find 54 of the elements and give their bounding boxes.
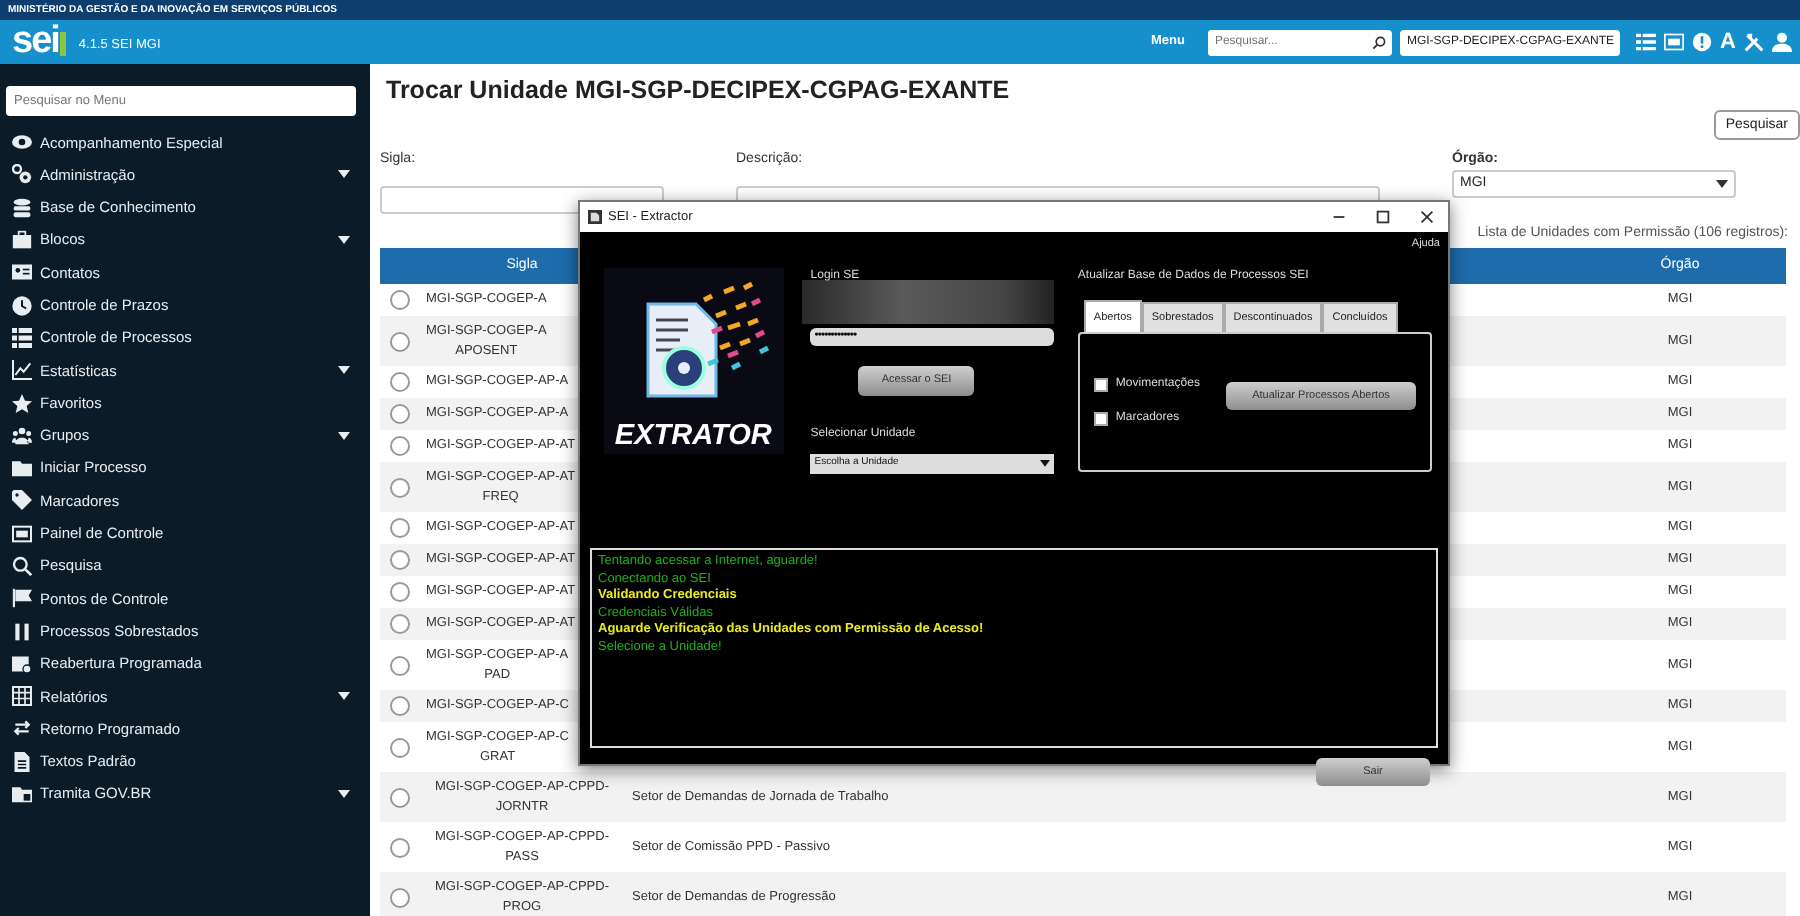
table-icon [12, 686, 32, 707]
radio-button[interactable] [390, 887, 410, 907]
contact-card-icon [12, 262, 32, 283]
maximize-icon[interactable] [1373, 208, 1391, 226]
app-icon [588, 210, 602, 224]
pause-icon [12, 621, 32, 642]
font-size-button[interactable]: A [1720, 31, 1736, 53]
users-icon [12, 425, 32, 446]
radio-button[interactable] [390, 614, 410, 634]
logo-text: EXTRATOR [603, 418, 784, 454]
caret-icon [1039, 460, 1050, 468]
radio-button[interactable] [390, 837, 410, 857]
checkbox[interactable] [1093, 412, 1108, 427]
radio-button[interactable] [390, 290, 410, 310]
eye-icon [12, 132, 32, 153]
arrows-icon [12, 718, 32, 739]
gears-icon [12, 164, 32, 185]
checkbox[interactable] [1093, 378, 1108, 393]
logo-text: sei [12, 24, 59, 60]
chart-icon [12, 360, 32, 381]
search-icon [12, 556, 32, 576]
radio-button[interactable] [390, 696, 410, 716]
radio-button[interactable] [390, 550, 410, 570]
user-icon[interactable] [1772, 32, 1792, 52]
radio-button[interactable] [390, 372, 410, 392]
radio-button[interactable] [390, 582, 410, 602]
alert-icon[interactable] [1692, 32, 1713, 52]
caret-icon [1716, 180, 1728, 188]
radio-button[interactable] [390, 404, 410, 424]
panel-icon[interactable] [1664, 32, 1685, 52]
list-icon[interactable] [1636, 32, 1657, 52]
radio-button[interactable] [390, 477, 410, 497]
briefcase-icon [12, 230, 32, 251]
document-icon [12, 751, 32, 772]
tools-icon[interactable] [1744, 32, 1764, 52]
radio-button[interactable] [390, 331, 410, 351]
search-icon[interactable] [1372, 35, 1387, 49]
radio-button[interactable] [390, 655, 410, 675]
radio-button[interactable] [390, 737, 410, 757]
database-icon [12, 197, 32, 218]
radio-button[interactable] [390, 518, 410, 538]
flag-icon [12, 588, 32, 609]
logo-mark [60, 31, 67, 55]
folder-icon [12, 784, 32, 805]
tag-icon [12, 490, 32, 511]
panel-icon [12, 523, 32, 544]
folder-icon [12, 458, 32, 479]
page-title: Trocar Unidade MGI-SGP-DECIPEX-CGPAG-EXANTE [386, 76, 1012, 106]
radio-button[interactable] [390, 787, 410, 807]
grid-list-icon [12, 327, 32, 348]
clock-icon [12, 295, 32, 316]
radio-button[interactable] [390, 436, 410, 456]
star-icon [12, 393, 32, 414]
close-icon[interactable] [1417, 208, 1435, 226]
